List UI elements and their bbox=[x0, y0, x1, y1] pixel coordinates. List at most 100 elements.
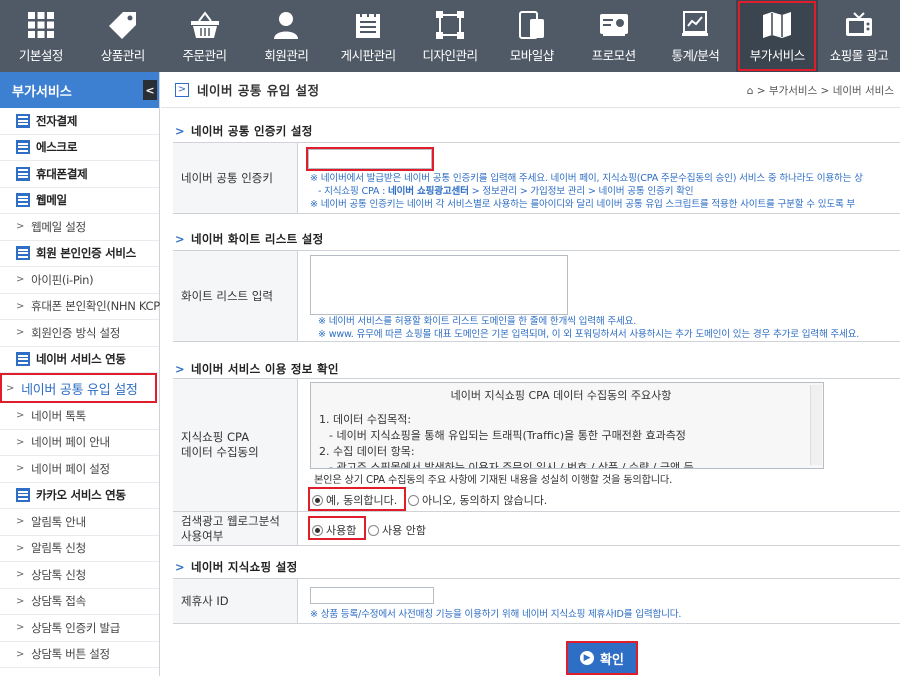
sidebar-item[interactable]: > 상담톡 신청 bbox=[0, 562, 159, 589]
weblog-label: 검색광고 웹로그분석 사용여부 bbox=[173, 512, 298, 545]
sidebar-item[interactable]: 회원 본인인증 서비스 bbox=[0, 241, 159, 267]
nav-label: 상품관리 bbox=[100, 48, 146, 63]
nav-mobile[interactable]: 모바일샵 bbox=[491, 0, 573, 72]
sidebar-item-label: 회원인증 방식 설정 bbox=[31, 325, 121, 340]
sidebar-item-label: 네이버 서비스 연동 bbox=[36, 352, 126, 367]
nav-product[interactable]: 상품관리 bbox=[82, 0, 164, 72]
page-header: > 네이버 공통 유입 설정 ⌂ > 부가서비스 > 네이버 서비스 bbox=[161, 72, 900, 108]
sidebar-items: 전자결제에스크로 휴대폰결제 웹메일 > 웹메일 설정 회원 본인인증 서비스 > 아이핀(i… bbox=[0, 108, 164, 668]
nav-member[interactable]: 회원관리 bbox=[245, 0, 327, 72]
chevron-right-icon: > bbox=[16, 542, 25, 554]
whitelist-textarea[interactable] bbox=[310, 255, 568, 315]
sidebar-item[interactable]: > 상담톡 인증키 발급 bbox=[0, 615, 159, 642]
section-title-text: 네이버 서비스 이용 정보 확인 bbox=[190, 362, 339, 376]
disagree-option[interactable]: 아니오, 동의하지 않습니다. bbox=[408, 492, 547, 508]
weblog-row: 검색광고 웹로그분석 사용여부 사용함 사용 안함 bbox=[173, 512, 900, 546]
sidebar-item[interactable]: > 아이핀(i-Pin) bbox=[0, 267, 159, 294]
chevron-right-icon: > bbox=[16, 569, 25, 581]
terms-scrollbar[interactable] bbox=[810, 385, 822, 465]
nav-label: 게시판관리 bbox=[340, 48, 397, 63]
cpa-consent-row: 지식쇼핑 CPA 데이터 수집동의 네이버 지식쇼핑 CPA 데이터 수집동의 … bbox=[173, 378, 900, 512]
sidebar-item[interactable]: > 네이버 페이 설정 bbox=[0, 456, 159, 483]
chevron-right-icon: > bbox=[175, 82, 189, 97]
chevron-right-icon: > bbox=[16, 516, 25, 528]
section-title-auth: > 네이버 공통 인증키 설정 bbox=[175, 123, 313, 139]
confirm-button[interactable]: ▶ 확인 bbox=[566, 641, 638, 675]
cpa-terms-box[interactable]: 네이버 지식쇼핑 CPA 데이터 수집동의 주요사항 1. 데이터 수집목적: … bbox=[310, 382, 824, 469]
nav-label: 디자인관리 bbox=[422, 48, 478, 63]
cpa-consent-label: 지식쇼핑 CPA 데이터 수집동의 bbox=[173, 379, 298, 511]
terms-line-4: - 광고주 쇼핑몰에서 발생하는 이용자 주문의 일시 / 번호 / 상품 / … bbox=[329, 461, 694, 469]
sidebar-item-label: 네이버 톡톡 bbox=[31, 408, 86, 423]
sidebar-item[interactable]: > 네이버 공통 유입 설정 bbox=[0, 373, 157, 403]
sidebar-item[interactable]: > 휴대폰 본인확인(NHN KCP) bbox=[0, 294, 164, 320]
cpa-label-line-2: 데이터 수집동의 bbox=[181, 445, 259, 459]
naver-ad-center-link[interactable]: 네이버 쇼핑광고센터 bbox=[388, 186, 469, 197]
chevron-right-icon: > bbox=[16, 327, 25, 339]
disagree-label: 아니오, 동의하지 않습니다. bbox=[422, 494, 548, 507]
sidebar-item[interactable]: > 회원인증 방식 설정 bbox=[0, 320, 159, 347]
sidebar-item[interactable]: 휴대폰결제 bbox=[0, 161, 159, 188]
section-title-info: > 네이버 서비스 이용 정보 확인 bbox=[175, 361, 339, 377]
sidebar-item[interactable]: > 상담톡 접속 bbox=[0, 589, 159, 615]
sidebar-item-label: 네이버 공통 유입 설정 bbox=[21, 382, 138, 398]
nav-board[interactable]: 게시판관리 bbox=[327, 0, 409, 72]
sidebar-item[interactable]: 전자결제 bbox=[0, 108, 159, 135]
chevron-right-icon: > bbox=[16, 463, 25, 475]
terms-title: 네이버 지식쇼핑 CPA 데이터 수집동의 주요사항 bbox=[450, 389, 672, 402]
chevron-right-icon: > bbox=[6, 382, 15, 394]
sidebar-item-label: 카카오 서비스 연동 bbox=[36, 488, 126, 503]
nav-basic-settings[interactable]: 기본설정 bbox=[0, 0, 82, 72]
tag-icon bbox=[108, 10, 138, 40]
sidebar-item[interactable]: 네이버 서비스 연동 bbox=[0, 347, 159, 373]
nouse-option[interactable]: 사용 안함 bbox=[368, 522, 426, 538]
nav-design[interactable]: 디자인관리 bbox=[409, 0, 491, 72]
partner-id-row: 제휴사 ID ※ 상품 등록/수정에서 사전매칭 기능을 이용하기 위해 네이버… bbox=[173, 578, 900, 624]
highlight-box bbox=[306, 147, 434, 171]
person-icon bbox=[271, 10, 301, 40]
whitelist-row: 화이트 리스트 입력 ※ 네이버 서비스를 허용할 화이트 리스트 도메인을 한… bbox=[173, 250, 900, 342]
breadcrumb: ⌂ > 부가서비스 > 네이버 서비스 bbox=[746, 85, 894, 97]
nav-order[interactable]: 주문관리 bbox=[164, 0, 246, 72]
nouse-radio[interactable] bbox=[368, 524, 379, 536]
sidebar-item-label: 상담톡 접속 bbox=[31, 594, 86, 609]
nav-promotion[interactable]: 프로모션 bbox=[573, 0, 655, 72]
nav-label: 주문관리 bbox=[182, 48, 228, 63]
cpa-label-line-1: 지식쇼핑 CPA bbox=[181, 430, 250, 444]
weblog-label-line-1: 검색광고 웹로그분석 bbox=[181, 513, 280, 528]
nav-statistics[interactable]: 통계/분석 bbox=[655, 0, 737, 72]
nav-label: 부가서비스 bbox=[749, 48, 806, 63]
sidebar: 부가서비스 < 전자결제에스크로 휴대폰결제 웹메일 > 웹메일 설정 회원 본인인증 서… bbox=[0, 72, 164, 676]
frame-icon bbox=[435, 10, 465, 40]
sidebar-title: 부가서비스 bbox=[12, 84, 72, 100]
auth-note-2-pre: - 지식쇼핑 CPA : bbox=[318, 186, 389, 197]
nav-label: 회원관리 bbox=[264, 48, 309, 63]
partner-id-input[interactable] bbox=[310, 587, 434, 604]
sidebar-item-label: 전자결제 bbox=[36, 113, 78, 128]
nav-additional-services[interactable]: 부가서비스 bbox=[736, 0, 819, 72]
nav-shop-ads[interactable]: 쇼핑몰 광고 bbox=[818, 0, 900, 72]
mobile-icon bbox=[517, 10, 547, 40]
page-title: 네이버 공통 유입 설정 bbox=[197, 83, 320, 98]
sidebar-item[interactable]: 에스크로 bbox=[0, 135, 159, 161]
chevron-right-icon: > bbox=[16, 221, 25, 233]
sidebar-item[interactable]: > 웹메일 설정 bbox=[0, 214, 159, 241]
sidebar-item-label: 상담톡 인증키 발급 bbox=[31, 620, 121, 635]
sidebar-collapse-button[interactable]: < bbox=[143, 80, 157, 100]
nav-label: 기본설정 bbox=[18, 48, 64, 63]
disagree-radio[interactable] bbox=[408, 494, 419, 506]
sidebar-item-label: 알림톡 신청 bbox=[31, 541, 86, 556]
chevron-icon: > bbox=[175, 362, 185, 376]
sidebar-item[interactable]: 웹메일 bbox=[0, 188, 159, 214]
whitelist-cell: ※ 네이버 서비스를 허용할 화이트 리스트 도메인을 한 줄에 한개씩 입력해… bbox=[298, 251, 900, 341]
terms-line-2: - 네이버 지식쇼핑을 통해 유입되는 트래픽(Traffic)을 통한 구매전… bbox=[329, 429, 686, 442]
sidebar-item[interactable]: > 알림톡 신청 bbox=[0, 536, 159, 562]
sidebar-item[interactable]: > 상담톡 버튼 설정 bbox=[0, 642, 159, 668]
auth-note-1: ※ 네이버에서 발급받은 네이버 공통 인증키를 입력해 주세요. 네이버 페이… bbox=[310, 173, 863, 184]
sidebar-item[interactable]: 카카오 서비스 연동 bbox=[0, 483, 159, 509]
list-icon bbox=[16, 113, 30, 128]
sidebar-item[interactable]: > 네이버 톡톡 bbox=[0, 403, 159, 430]
sidebar-item[interactable]: > 네이버 페이 안내 bbox=[0, 430, 159, 456]
sidebar-item[interactable]: > 알림톡 안내 bbox=[0, 509, 159, 536]
nav-label: 모바일샵 bbox=[509, 48, 555, 63]
